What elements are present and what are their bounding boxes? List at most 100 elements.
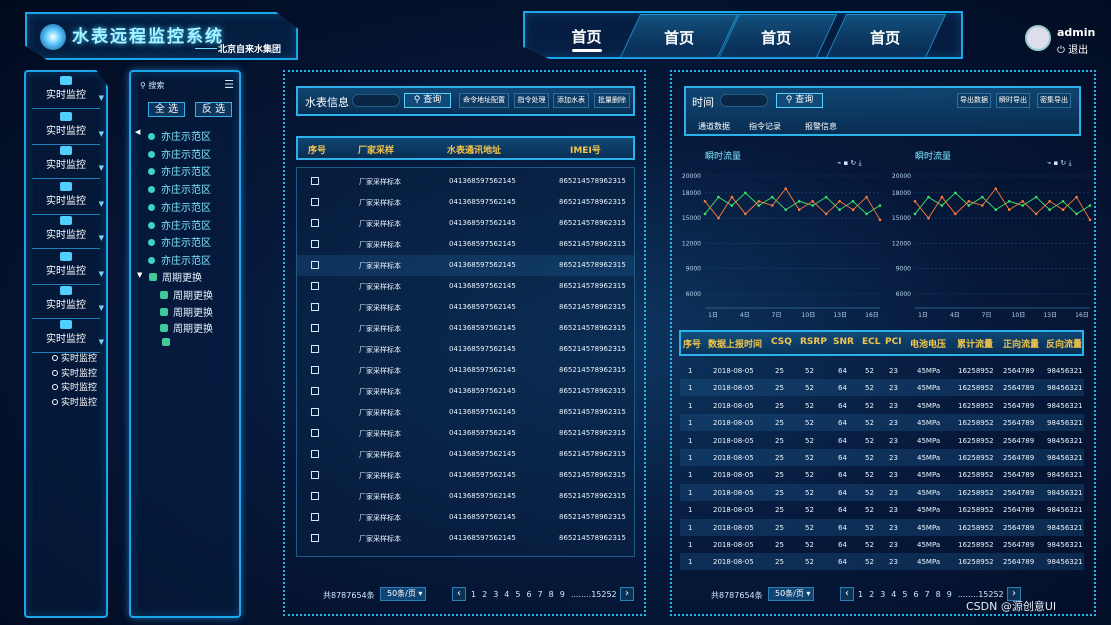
row-checkbox[interactable] [311, 429, 319, 437]
invert-select-button[interactable]: 反 选 [195, 102, 232, 117]
row-checkbox[interactable] [311, 534, 319, 542]
menu-item-realtime[interactable]: 实时监控 ▼ [28, 182, 104, 215]
page-number[interactable]: 8 [936, 590, 941, 599]
tree-node-zone[interactable]: 亦庄示范区 [148, 181, 211, 196]
meter-query-button[interactable]: ⚲ 查询 [404, 93, 451, 108]
row-checkbox[interactable] [311, 450, 319, 458]
submenu-item-realtime[interactable]: 实时监控 [52, 395, 97, 408]
page-number[interactable]: 7 [925, 590, 930, 599]
batch-delete-button[interactable]: 批量删除 [594, 93, 630, 108]
meter-next-page[interactable]: › [620, 587, 634, 601]
meter-search-input[interactable] [352, 94, 400, 107]
menu-item-realtime[interactable]: 实时监控 ▼ [28, 252, 104, 285]
avatar[interactable] [1025, 25, 1051, 51]
series-point [913, 212, 917, 216]
page-number[interactable]: 4 [891, 590, 896, 599]
tree-node-zone[interactable]: 亦庄示范区 [148, 199, 211, 214]
detail-col: PCI [885, 337, 902, 347]
detail-query-button[interactable]: ⚲ 查询 [776, 93, 823, 108]
page-number[interactable]: 3 [880, 590, 885, 599]
tree-leaf-cycle[interactable]: 周期更换 [160, 320, 213, 335]
detail-page-size[interactable]: 50条/页 ▾ [768, 587, 814, 601]
detail-prev-page[interactable]: ‹ [840, 587, 854, 601]
row-checkbox[interactable] [311, 345, 319, 353]
cmd-config-button[interactable]: 命令地址配置 [459, 93, 509, 108]
tab-command-log[interactable]: 指令记录 [749, 121, 781, 132]
row-checkbox[interactable] [311, 198, 319, 206]
menu-item-realtime[interactable]: 实时监控 ▼ [28, 146, 104, 179]
tree-node-zone[interactable]: 亦庄示范区 [148, 217, 211, 232]
tree-node-zone[interactable]: 亦庄示范区 [148, 234, 211, 249]
tree-node-zone[interactable]: 亦庄示范区 [148, 252, 211, 267]
y-tick-label: 6000 [896, 291, 911, 298]
select-all-button[interactable]: 全 选 [148, 102, 185, 117]
page-number[interactable]: 2 [869, 590, 874, 599]
submenu-item-realtime[interactable]: 实时监控 [52, 351, 97, 364]
menu-item-realtime[interactable]: 实时监控 ▼ [28, 286, 104, 319]
nav-tab-3[interactable]: 首页 [716, 14, 838, 58]
meter-prev-page[interactable]: ‹ [452, 587, 466, 601]
dense-export-button[interactable]: 密集导出 [1037, 93, 1071, 108]
row-checkbox[interactable] [311, 177, 319, 185]
tab-alarm-info[interactable]: 报警信息 [805, 121, 837, 132]
camera-icon [60, 286, 72, 295]
row-checkbox[interactable] [311, 408, 319, 416]
page-number[interactable]: 8 [549, 590, 554, 599]
tree-leaf-cycle[interactable]: 周期更换 [160, 287, 213, 302]
imei-cell: 865214578962315 [559, 345, 626, 353]
tree-search[interactable]: ⚲ 搜索 ☰ [140, 78, 234, 94]
row-checkbox[interactable] [311, 366, 319, 374]
page-number[interactable]: 3 [493, 590, 498, 599]
page-number[interactable]: 5 [515, 590, 520, 599]
row-checkbox[interactable] [311, 261, 319, 269]
vendor-cell: 厂家采样标本 [359, 304, 401, 312]
menu-item-realtime[interactable]: 实时监控 ▼ [28, 216, 104, 249]
detail-cell: 64 [838, 488, 847, 497]
page-number[interactable]: 6 [526, 590, 531, 599]
tree-leaf-cycle[interactable]: 周期更换 [160, 304, 213, 319]
row-checkbox[interactable] [311, 471, 319, 479]
page-number[interactable]: 2 [482, 590, 487, 599]
row-checkbox[interactable] [311, 282, 319, 290]
time-input[interactable] [720, 94, 768, 107]
page-number[interactable]: 7 [538, 590, 543, 599]
menu-item-realtime[interactable]: 实时监控 ▼ [28, 112, 104, 145]
logout-button[interactable]: ⏻ 退出 [1057, 41, 1088, 56]
page-number[interactable]: 4 [504, 590, 509, 599]
meter-page-size[interactable]: 50条/页 ▾ [380, 587, 426, 601]
cmd-handle-button[interactable]: 指令处理 [514, 93, 549, 108]
expand-arrow-icon[interactable]: ◀ [135, 128, 140, 136]
row-checkbox[interactable] [311, 219, 319, 227]
collapse-arrow-icon[interactable]: ▼ [137, 271, 142, 279]
tree-node-zone[interactable]: 亦庄示范区 [148, 146, 211, 161]
submenu-item-realtime[interactable]: 实时监控 [52, 380, 97, 393]
page-last[interactable]: 15252 [591, 590, 616, 599]
shield-icon [162, 338, 170, 346]
tree-node-zone[interactable]: 亦庄示范区 [148, 128, 211, 143]
page-number[interactable]: 1 [471, 590, 476, 599]
detail-col: SNR [833, 337, 854, 347]
menu-item-realtime[interactable]: 实时监控 ▼ [28, 76, 104, 109]
add-meter-button[interactable]: 添加水表 [553, 93, 589, 108]
page-number[interactable]: 5 [902, 590, 907, 599]
row-checkbox[interactable] [311, 324, 319, 332]
tab-channel-data[interactable]: 通道数据 [698, 121, 730, 132]
tree-group-cycle[interactable]: 周期更换 [149, 269, 202, 284]
instant-export-button[interactable]: 瞬时导出 [996, 93, 1030, 108]
export-data-button[interactable]: 导出数据 [957, 93, 991, 108]
tree-node-zone[interactable]: 亦庄示范区 [148, 163, 211, 178]
page-number[interactable]: 9 [560, 590, 565, 599]
row-checkbox[interactable] [311, 492, 319, 500]
menu-item-realtime[interactable]: 实时监控 ▼ [28, 320, 104, 353]
list-icon[interactable]: ☰ [224, 78, 234, 91]
page-number[interactable]: 9 [947, 590, 952, 599]
row-checkbox[interactable] [311, 303, 319, 311]
meter-page-list[interactable]: 1 2 3 4 5 6 7 8 9 ........15252 [471, 590, 617, 599]
row-checkbox[interactable] [311, 513, 319, 521]
page-number[interactable]: 1 [858, 590, 863, 599]
submenu-item-realtime[interactable]: 实时监控 [52, 366, 97, 379]
page-number[interactable]: 6 [913, 590, 918, 599]
nav-tab-4[interactable]: 首页 [825, 14, 947, 58]
row-checkbox[interactable] [311, 240, 319, 248]
row-checkbox[interactable] [311, 387, 319, 395]
